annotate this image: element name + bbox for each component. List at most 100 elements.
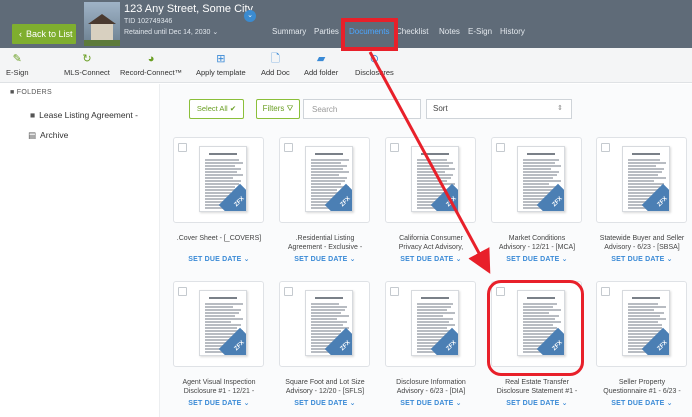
document-card[interactable]: ZFX — [279, 137, 370, 223]
document-checkbox[interactable] — [178, 287, 187, 296]
tab-parties[interactable]: Parties — [314, 27, 339, 36]
tab-history[interactable]: History — [500, 27, 525, 36]
retained-until[interactable]: Retained until Dec 14, 2030 ⌄ — [124, 28, 218, 36]
document-thumbnail[interactable]: ZFX — [199, 146, 247, 212]
document-thumbnail[interactable]: ZFX — [305, 146, 353, 212]
disclosures-button[interactable]: ⊙ Disclosures — [355, 53, 394, 77]
document-card[interactable]: ZFX — [385, 281, 476, 367]
document-card[interactable]: ZFX — [596, 137, 687, 223]
tab-notes[interactable]: Notes — [439, 27, 460, 36]
document-title[interactable]: Disclosure Information Advisory - 6/23 - … — [381, 378, 481, 396]
chevron-down-icon: ⌄ — [559, 400, 568, 407]
back-to-list-label: Back to List — [26, 29, 73, 39]
document-card[interactable]: ZFX — [279, 281, 370, 367]
document-title[interactable]: Square Foot and Lot Size Advisory - 12/20… — [275, 378, 375, 396]
document-checkbox[interactable] — [284, 143, 293, 152]
document-thumbnail[interactable]: ZFX — [199, 290, 247, 356]
chevron-down-icon: ⌄ — [559, 256, 568, 263]
document-card[interactable]: ZFX — [173, 137, 264, 223]
filters-button[interactable]: Filters ⛛ — [256, 99, 300, 119]
chevron-down-icon: ⌄ — [241, 256, 250, 263]
back-to-list-button[interactable]: ‹ Back to List — [12, 24, 76, 44]
chevron-down-icon: ⌄ — [212, 29, 219, 36]
chevron-down-icon: ⌄ — [664, 256, 673, 263]
set-due-date-link[interactable]: SET DUE DATE ⌄ — [169, 255, 269, 263]
document-title[interactable]: Real Estate Transfer Disclosure Statement… — [487, 378, 587, 396]
set-due-date-link[interactable]: SET DUE DATE ⌄ — [275, 255, 375, 263]
document-checkbox[interactable] — [496, 143, 505, 152]
add-folder-icon: ▰ — [316, 53, 326, 65]
set-due-date-link[interactable]: SET DUE DATE ⌄ — [487, 255, 587, 263]
record-connect-button[interactable]: ◕ Record-Connect™ — [120, 53, 182, 77]
document-title[interactable]: .Residential Listing Agreement - Exclusiv… — [275, 234, 375, 252]
property-photo — [84, 2, 120, 46]
archive-icon: ▤ — [28, 130, 37, 140]
chevron-down-icon: ⌄ — [347, 400, 356, 407]
set-due-date-link[interactable]: SET DUE DATE ⌄ — [592, 255, 692, 263]
set-due-date-link[interactable]: SET DUE DATE ⌄ — [275, 399, 375, 407]
filter-icon: ⛛ — [286, 104, 294, 113]
set-due-date-link[interactable]: SET DUE DATE ⌄ — [169, 399, 269, 407]
document-checkbox[interactable] — [390, 143, 399, 152]
document-thumbnail[interactable]: ZFX — [517, 146, 565, 212]
folder-lease-listing[interactable]: ■ Lease Listing Agreement - — [30, 110, 138, 120]
chevron-down-icon: ⌄ — [241, 400, 250, 407]
document-card[interactable]: ZFX — [596, 281, 687, 367]
folders-sidebar: ■ FOLDERS ■ Lease Listing Agreement - ▤ Ar… — [0, 84, 160, 417]
document-thumbnail[interactable]: ZFX — [305, 290, 353, 356]
document-title[interactable]: California Consumer Privacy Act Advisory, — [381, 234, 481, 252]
document-title[interactable]: Seller Property Questionnaire #1 - 6/23 - — [592, 378, 692, 396]
document-card[interactable]: ZFX — [385, 137, 476, 223]
document-card[interactable]: ZFX — [173, 281, 264, 367]
chevron-down-icon: ⌄ — [347, 256, 356, 263]
document-title[interactable]: Statewide Buyer and Seller Advisory - 6/2… — [592, 234, 692, 252]
document-thumbnail[interactable]: ZFX — [622, 290, 670, 356]
document-title[interactable]: .Cover Sheet - [_COVERS] — [169, 234, 269, 243]
transaction-id: TID 102749346 — [124, 18, 173, 25]
document-title[interactable]: Agent Visual Inspection Disclosure #1 - 1… — [169, 378, 269, 396]
mls-connect-button[interactable]: ↻ MLS-Connect — [64, 53, 110, 77]
documents-main: Select All ✔ Filters ⛛ Sort⇕ ZFX .Cover S… — [160, 84, 692, 417]
checkmark-icon: ✔ — [229, 104, 237, 113]
chevron-left-icon: ‹ — [19, 29, 22, 39]
tab-esign[interactable]: E-Sign — [468, 27, 492, 36]
add-document-icon: 🗋 — [270, 53, 280, 65]
set-due-date-link[interactable]: SET DUE DATE ⌄ — [381, 255, 481, 263]
add-doc-button[interactable]: 🗋 Add Doc — [261, 53, 290, 77]
set-due-date-link[interactable]: SET DUE DATE ⌄ — [592, 399, 692, 407]
document-checkbox[interactable] — [390, 287, 399, 296]
chevron-down-icon: ⌄ — [453, 400, 462, 407]
document-checkbox[interactable] — [601, 287, 610, 296]
apply-template-button[interactable]: ⊞ Apply template — [196, 53, 246, 77]
documents-tab-highlight — [341, 18, 398, 51]
document-thumbnail[interactable]: ZFX — [411, 290, 459, 356]
pen-icon: ✎ — [12, 53, 22, 65]
document-thumbnail[interactable]: ZFX — [411, 146, 459, 212]
refresh-icon: ↻ — [82, 53, 92, 65]
search-input[interactable] — [303, 99, 421, 119]
esign-tool-button[interactable]: ✎ E-Sign — [6, 53, 29, 77]
document-title[interactable]: Market Conditions Advisory - 12/21 - [MCA… — [487, 234, 587, 252]
address-dropdown-icon[interactable]: ⌄ — [244, 10, 256, 22]
record-icon: ◕ — [147, 53, 155, 65]
document-checkbox[interactable] — [601, 143, 610, 152]
sort-arrows-icon: ⇕ — [557, 105, 563, 112]
sort-select[interactable]: Sort ⇕ — [426, 99, 572, 119]
document-card[interactable]: ZFX — [491, 137, 582, 223]
tab-checklist[interactable]: Checklist — [396, 27, 428, 36]
chevron-down-icon: ⌄ — [664, 400, 673, 407]
document-thumbnail[interactable]: ZFX — [622, 146, 670, 212]
set-due-date-link[interactable]: SET DUE DATE ⌄ — [487, 399, 587, 407]
set-due-date-link[interactable]: SET DUE DATE ⌄ — [381, 399, 481, 407]
document-card-highlight — [487, 280, 584, 376]
select-all-button[interactable]: Select All ✔ — [189, 99, 244, 119]
tab-summary[interactable]: Summary — [272, 27, 306, 36]
folder-icon: ■ — [10, 89, 15, 96]
disclosures-icon: ⊙ — [369, 53, 379, 65]
add-folder-button[interactable]: ▰ Add folder — [304, 53, 338, 77]
property-address: 123 Any Street, Some City — [124, 3, 254, 15]
folder-archive[interactable]: ▤ Archive — [28, 130, 68, 141]
document-checkbox[interactable] — [178, 143, 187, 152]
document-checkbox[interactable] — [284, 287, 293, 296]
folder-icon: ■ — [30, 110, 36, 120]
